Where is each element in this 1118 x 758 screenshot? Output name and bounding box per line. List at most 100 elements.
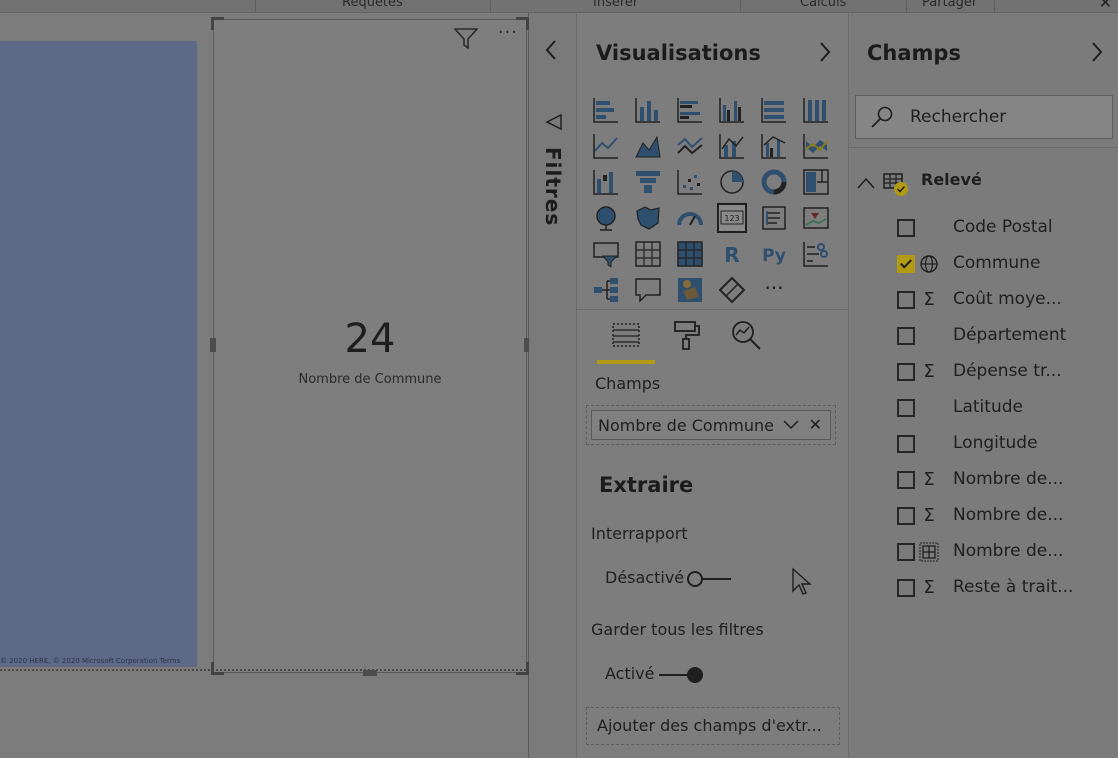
field-item[interactable]: Commune: [897, 252, 1117, 276]
field-checkbox[interactable]: [897, 543, 915, 561]
ribbon-separator: [740, 0, 741, 12]
table-node[interactable]: Relevé: [849, 169, 1118, 196]
field-name: Nombre de...: [953, 469, 1064, 489]
ribbon-group-share[interactable]: Partager: [922, 0, 977, 10]
multirow-card-icon[interactable]: [759, 203, 789, 233]
field-name: Nombre de...: [953, 505, 1064, 525]
field-item[interactable]: Latitude: [897, 396, 1117, 420]
kpi-icon[interactable]: [801, 203, 831, 233]
cross-report-toggle[interactable]: [687, 571, 731, 587]
report-canvas[interactable]: © 2020 HERE, © 2020 Microsoft Corporatio…: [0, 13, 530, 758]
chevron-right-icon[interactable]: [1090, 41, 1104, 67]
chevron-down-icon[interactable]: [782, 415, 800, 437]
field-checkbox[interactable]: [897, 255, 915, 273]
stacked-bar-icon[interactable]: [591, 95, 621, 125]
line-chart-icon[interactable]: [591, 131, 621, 161]
sigma-icon: Σ: [923, 361, 935, 382]
field-checkbox[interactable]: [897, 219, 915, 237]
field-checkbox[interactable]: [897, 471, 915, 489]
power-apps-icon[interactable]: [717, 275, 747, 305]
field-item[interactable]: Σ Dépense tr...: [897, 360, 1117, 384]
card-visual[interactable]: ··· 24 Nombre de Commune: [210, 17, 530, 676]
field-name: Latitude: [953, 397, 1023, 417]
fields-well[interactable]: Nombre de Commune ✕: [586, 405, 836, 445]
percent-bar-icon[interactable]: [759, 95, 789, 125]
search-input[interactable]: Rechercher: [855, 95, 1113, 139]
table-icon[interactable]: [633, 239, 663, 269]
map-visual[interactable]: © 2020 HERE, © 2020 Microsoft Corporatio…: [0, 41, 197, 667]
matrix-icon[interactable]: [675, 239, 705, 269]
ribbon-group-insert[interactable]: Insérer: [593, 0, 638, 10]
field-pill[interactable]: Nombre de Commune ✕: [591, 410, 831, 440]
visualizations-pane: Visualisations 123 R Py ··· Champs Nombr…: [577, 13, 849, 758]
add-drillthrough-fields[interactable]: Ajouter des champs d'extr...: [586, 707, 840, 745]
stacked-area-icon[interactable]: [675, 131, 705, 161]
pie-icon[interactable]: [717, 167, 747, 197]
field-checkbox[interactable]: [897, 399, 915, 417]
chevron-left-icon[interactable]: [543, 39, 559, 65]
line-column-icon[interactable]: [717, 131, 747, 161]
tab-analytics[interactable]: [729, 318, 763, 352]
shape-map-icon[interactable]: [675, 275, 705, 305]
ribbon-group-calculations[interactable]: Calculs: [800, 0, 846, 10]
remove-field-icon[interactable]: ✕: [809, 415, 822, 434]
filter-icon[interactable]: [453, 28, 479, 54]
fields-section-label: Champs: [595, 374, 661, 393]
more-visuals-icon[interactable]: ···: [759, 275, 789, 305]
field-item[interactable]: Σ Coût moye...: [897, 288, 1117, 312]
line-clustered-column-icon[interactable]: [759, 131, 789, 161]
field-item[interactable]: Σ Reste à trait...: [897, 576, 1117, 600]
filters-pane-collapsed[interactable]: Filtres: [529, 13, 577, 758]
python-visual-icon[interactable]: Py: [759, 239, 789, 269]
treemap-icon[interactable]: [801, 167, 831, 197]
more-options-icon[interactable]: ···: [498, 22, 518, 43]
stacked-column-icon[interactable]: [633, 95, 663, 125]
field-item[interactable]: Nombre de...: [897, 540, 1117, 564]
gauge-icon[interactable]: [675, 203, 705, 233]
ribbon-separator: [906, 0, 907, 12]
field-checkbox[interactable]: [897, 363, 915, 381]
slicer-icon[interactable]: [591, 239, 621, 269]
field-item[interactable]: Σ Nombre de...: [897, 504, 1117, 528]
tab-fields[interactable]: [597, 318, 655, 364]
chevron-right-icon[interactable]: [818, 41, 832, 67]
donut-icon[interactable]: [759, 167, 789, 197]
field-item[interactable]: Longitude: [897, 432, 1117, 456]
filters-label[interactable]: Filtres: [541, 147, 565, 226]
ribbon-group-queries[interactable]: Requêtes: [342, 0, 403, 10]
field-checkbox[interactable]: [897, 435, 915, 453]
drillthrough-title: Extraire: [599, 473, 694, 497]
search-placeholder: Rechercher: [910, 107, 1007, 127]
keep-filters-label: Garder tous les filtres: [591, 620, 764, 639]
waterfall-icon[interactable]: [591, 167, 621, 197]
field-item[interactable]: Σ Nombre de...: [897, 468, 1117, 492]
field-checkbox[interactable]: [897, 327, 915, 345]
card-icon[interactable]: 123: [717, 203, 747, 233]
keep-filters-toggle[interactable]: [659, 667, 703, 683]
field-checkbox[interactable]: [897, 291, 915, 309]
decomposition-tree-icon[interactable]: [591, 275, 621, 305]
field-item[interactable]: Département: [897, 324, 1117, 348]
tab-format[interactable]: [669, 318, 703, 352]
map-icon[interactable]: [591, 203, 621, 233]
filled-map-icon[interactable]: [633, 203, 663, 233]
clustered-column-icon[interactable]: [717, 95, 747, 125]
qa-icon[interactable]: [633, 275, 663, 305]
field-checkbox[interactable]: [897, 579, 915, 597]
funnel-icon[interactable]: [633, 167, 663, 197]
resize-handle[interactable]: [211, 17, 224, 30]
close-icon[interactable]: ✕: [1099, 0, 1112, 12]
ribbon-separator: [255, 0, 256, 12]
ribbon-chart-icon[interactable]: [801, 131, 831, 161]
scatter-icon[interactable]: [675, 167, 705, 197]
table-icon: [883, 171, 909, 203]
percent-column-icon[interactable]: [801, 95, 831, 125]
chevron-up-icon[interactable]: [857, 175, 875, 194]
clustered-bar-icon[interactable]: [675, 95, 705, 125]
field-item[interactable]: Code Postal: [897, 216, 1117, 240]
key-influencers-icon[interactable]: [801, 239, 831, 269]
ribbon-separator: [490, 0, 491, 12]
area-chart-icon[interactable]: [633, 131, 663, 161]
r-visual-icon[interactable]: R: [717, 239, 747, 269]
field-checkbox[interactable]: [897, 507, 915, 525]
